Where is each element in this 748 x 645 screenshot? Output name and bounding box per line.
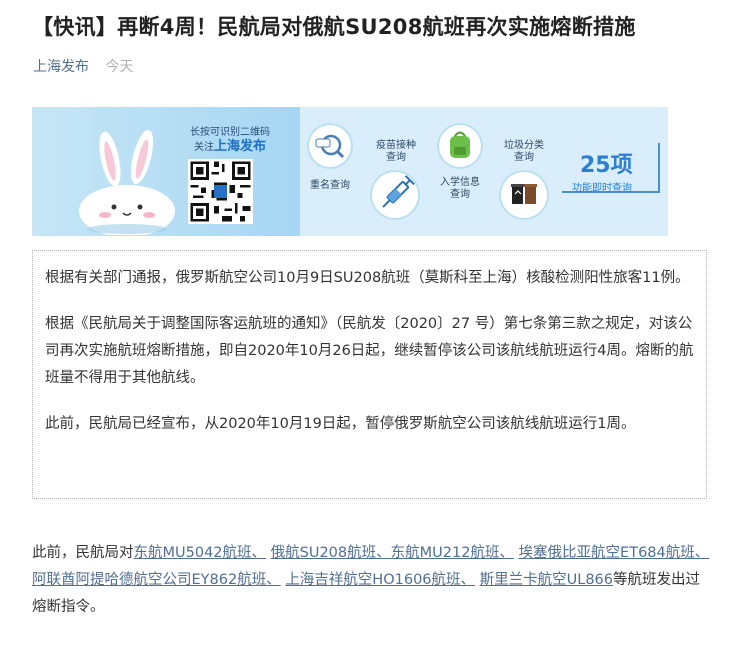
scan-brand: 上海发布 — [213, 139, 266, 154]
article-meta: 上海发布 今天 — [33, 58, 133, 76]
scan-line-1: 长按可识别二维码 — [190, 127, 270, 138]
flight-link[interactable]: 阿联酋阿提哈德航空公司EY862航班、 — [32, 572, 281, 588]
publish-date: 今天 — [105, 59, 134, 75]
source-link[interactable]: 上海发布 — [33, 59, 89, 75]
footer-paragraph: 此前，民航局对东航MU5042航班、 俄航SU208航班、东航MU212航班、 … — [32, 540, 712, 621]
trash-bins-icon — [511, 184, 537, 204]
vaccine-bubble[interactable] — [370, 170, 420, 220]
notice-paragraph: 根据《民航局关于调整国际客运航班的通知》（民航发〔2020〕27 号）第七条第三… — [45, 316, 694, 386]
flight-link[interactable]: 俄航SU208航班、 — [271, 545, 391, 561]
service-label-school: 入学信息 查询 — [440, 177, 480, 200]
service-label-name: 重名查询 — [310, 180, 350, 191]
scan-hint: 长按可识别二维码 关注上海发布 — [170, 126, 290, 155]
scan-line-2: 关注上海发布 — [193, 139, 266, 154]
school-bubble[interactable] — [437, 123, 483, 169]
name-query-bubble[interactable] — [307, 123, 353, 169]
flight-link[interactable]: 斯里兰卡航空UL866 — [480, 572, 613, 588]
promo-banner[interactable]: 长按可识别二维码 关注上海发布 重名查询 疫苗接种 查询 入学信息 查询 垃圾分… — [32, 107, 668, 236]
syringe-icon — [382, 175, 415, 208]
qr-code-icon[interactable] — [188, 159, 253, 224]
service-label-vaccine: 疫苗接种 查询 — [376, 140, 416, 163]
flight-link[interactable]: 东航MU212航班、 — [391, 545, 514, 561]
notice-box: 根据有关部门通报，俄罗斯航空公司10月9日SU208航班（莫斯科至上海）核酸检测… — [32, 250, 707, 499]
flight-link[interactable]: 上海吉祥航空HO1606航班、 — [285, 572, 475, 588]
trash-bubble[interactable] — [499, 170, 549, 220]
notice-paragraph: 根据有关部门通报，俄罗斯航空公司10月9日SU208航班（莫斯科至上海）核酸检测… — [45, 270, 690, 286]
backpack-icon — [450, 131, 470, 158]
magnifier-icon — [315, 134, 345, 159]
flight-link[interactable]: 埃塞俄比亚航空ET684航班、 — [519, 545, 710, 561]
feature-count: 25项 — [580, 153, 633, 178]
footer-prefix: 此前，民航局对 — [32, 545, 134, 561]
article-title: 【快讯】再断4周！民航局对俄航SU208航班再次实施熔断措施 — [32, 15, 636, 39]
flight-link[interactable]: 东航MU5042航班、 — [134, 545, 267, 561]
notice-paragraph: 此前，民航局已经宣布，从2020年10月19日起，暂停俄罗斯航空公司该航线航班运… — [45, 416, 636, 432]
service-label-trash: 垃圾分类 查询 — [504, 140, 544, 163]
feature-count-label: 功能即时查询 — [572, 183, 632, 194]
